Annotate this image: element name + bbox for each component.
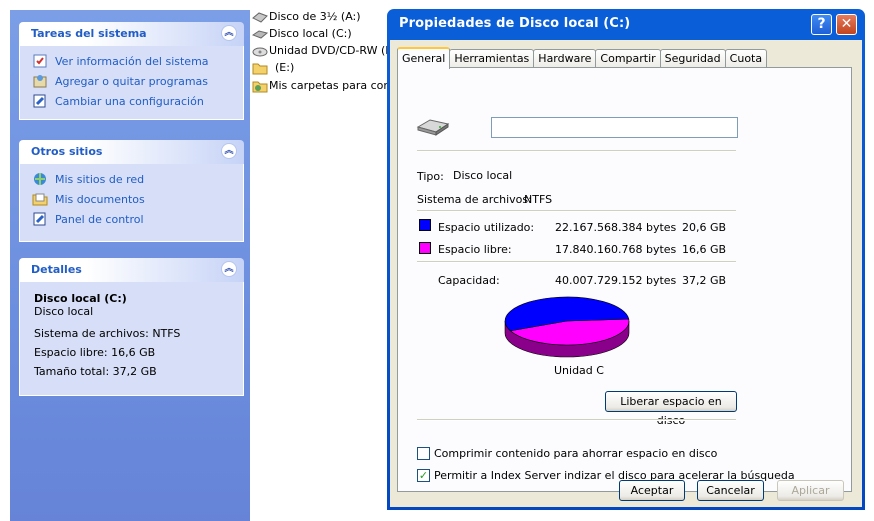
task-label: Agregar o quitar programas bbox=[55, 74, 209, 88]
used-space-bytes: 22.167.568.384 bytes bbox=[555, 221, 677, 234]
network-icon bbox=[34, 173, 46, 185]
disk-cleanup-button[interactable]: Liberar espacio en disco bbox=[605, 391, 737, 427]
place-network[interactable]: Mis sitios de red bbox=[20, 169, 243, 189]
system-tasks-panel: Tareas del sistema ︽ Ver información del… bbox=[19, 22, 244, 120]
general-tab-page: Tipo: Disco local Sistema de archivos: N… bbox=[397, 67, 852, 492]
details-filesystem: Sistema de archivos: NTFS bbox=[34, 327, 181, 340]
folder-icon bbox=[252, 63, 268, 74]
task-view-system-info[interactable]: Ver información del sistema bbox=[20, 51, 243, 71]
hard-drive-icon bbox=[252, 29, 268, 39]
control-panel-icon bbox=[33, 94, 46, 108]
place-documents[interactable]: Mis documentos bbox=[20, 189, 243, 209]
used-space-label: Espacio utilizado: bbox=[438, 221, 535, 234]
close-button[interactable]: ✕ bbox=[836, 14, 857, 35]
collapse-chevron-icon[interactable]: ︽ bbox=[221, 143, 237, 159]
separator bbox=[417, 210, 736, 212]
compress-checkbox[interactable] bbox=[417, 447, 430, 460]
disk-usage-pie-chart bbox=[504, 296, 630, 358]
capacity-gb: 37,2 GB bbox=[682, 274, 727, 287]
tab-general[interactable]: General bbox=[397, 47, 451, 69]
task-change-setting[interactable]: Cambiar una configuración bbox=[20, 91, 243, 111]
collapse-chevron-icon[interactable]: ︽ bbox=[221, 25, 237, 41]
dialog-client: General Herramientas Hardware Compartir … bbox=[390, 40, 862, 507]
free-space-bytes: 17.840.160.768 bytes bbox=[555, 243, 677, 256]
collapse-chevron-icon[interactable]: ︽ bbox=[221, 261, 237, 277]
separator bbox=[417, 261, 736, 263]
compress-label: Comprimir contenido para ahorrar espacio… bbox=[434, 447, 718, 460]
filesystem-value: NTFS bbox=[524, 193, 553, 206]
free-space-swatch bbox=[419, 242, 431, 254]
dialog-titlebar[interactable]: Propiedades de Disco local (C:) ? ✕ bbox=[390, 9, 862, 40]
task-pane: Tareas del sistema ︽ Ver información del… bbox=[10, 10, 250, 521]
file-item-floppy[interactable]: Disco de 3½ (A:) bbox=[252, 8, 361, 25]
file-item-dvd-drive[interactable]: Unidad DVD/CD-RW (D:) bbox=[252, 42, 402, 59]
tab-tools[interactable]: Herramientas bbox=[449, 49, 535, 68]
tab-strip: General Herramientas Hardware Compartir … bbox=[397, 47, 768, 69]
file-label: (E:) bbox=[275, 61, 295, 74]
used-space-gb: 20,6 GB bbox=[682, 221, 727, 234]
filesystem-label: Sistema de archivos: bbox=[417, 193, 532, 206]
apply-button[interactable]: Aplicar bbox=[777, 480, 844, 501]
other-places-panel: Otros sitios ︽ Mis sitios de red Mis doc… bbox=[19, 140, 244, 242]
volume-name-input[interactable] bbox=[491, 117, 738, 138]
type-value: Disco local bbox=[453, 169, 513, 182]
place-control-panel[interactable]: Panel de control bbox=[20, 209, 243, 229]
details-header[interactable]: Detalles ︽ bbox=[19, 258, 244, 282]
file-item-drive-e[interactable]: (E:) bbox=[252, 59, 294, 76]
task-label: Ver información del sistema bbox=[55, 54, 209, 68]
control-panel-icon bbox=[33, 212, 46, 226]
free-space-label: Espacio libre: bbox=[438, 243, 512, 256]
tab-hardware[interactable]: Hardware bbox=[533, 49, 597, 68]
tab-security[interactable]: Seguridad bbox=[659, 49, 726, 68]
system-tasks-title: Tareas del sistema bbox=[31, 27, 147, 40]
task-label: Cambiar una configuración bbox=[55, 94, 204, 108]
details-free-space: Espacio libre: 16,6 GB bbox=[34, 346, 156, 359]
cd-drive-icon bbox=[252, 47, 268, 56]
details-name: Disco local (C:) bbox=[34, 292, 127, 305]
file-item-local-disk-c[interactable]: Disco local (C:) bbox=[252, 25, 352, 42]
file-label: Disco local (C:) bbox=[269, 27, 352, 40]
cancel-button[interactable]: Cancelar bbox=[697, 480, 764, 501]
shared-folder-icon bbox=[252, 81, 268, 92]
details-title: Detalles bbox=[31, 263, 82, 276]
type-label: Tipo: bbox=[417, 170, 444, 183]
add-remove-programs-icon bbox=[33, 75, 47, 88]
hard-drive-icon bbox=[416, 119, 450, 136]
documents-folder-icon bbox=[32, 193, 48, 206]
task-add-remove-programs[interactable]: Agregar o quitar programas bbox=[20, 71, 243, 91]
file-label: Disco de 3½ (A:) bbox=[269, 10, 361, 23]
details-panel: Detalles ︽ Disco local (C:) Disco local … bbox=[19, 258, 244, 396]
index-checkbox[interactable]: ✓ bbox=[417, 469, 430, 482]
properties-dialog: Propiedades de Disco local (C:) ? ✕ Gene… bbox=[387, 9, 865, 510]
capacity-label: Capacidad: bbox=[438, 274, 500, 287]
system-tasks-header[interactable]: Tareas del sistema ︽ bbox=[19, 22, 244, 46]
place-label: Mis documentos bbox=[55, 192, 145, 206]
other-places-title: Otros sitios bbox=[31, 145, 103, 158]
other-places-header[interactable]: Otros sitios ︽ bbox=[19, 140, 244, 164]
tab-quota[interactable]: Cuota bbox=[724, 49, 768, 68]
ok-button[interactable]: Aceptar bbox=[619, 480, 685, 501]
dialog-title: Propiedades de Disco local (C:) bbox=[399, 16, 631, 31]
tab-sharing[interactable]: Compartir bbox=[595, 49, 661, 68]
separator bbox=[417, 419, 736, 421]
capacity-bytes: 40.007.729.152 bytes bbox=[555, 274, 677, 287]
floppy-drive-icon bbox=[252, 11, 268, 23]
help-button[interactable]: ? bbox=[811, 14, 832, 35]
details-type: Disco local bbox=[34, 305, 94, 318]
file-label: Unidad DVD/CD-RW (D:) bbox=[269, 44, 402, 57]
place-label: Mis sitios de red bbox=[55, 172, 145, 186]
drive-label: Unidad C bbox=[554, 364, 604, 377]
info-icon bbox=[33, 54, 47, 68]
place-label: Panel de control bbox=[55, 212, 144, 226]
used-space-swatch bbox=[419, 219, 431, 231]
separator bbox=[417, 150, 736, 152]
free-space-gb: 16,6 GB bbox=[682, 243, 727, 256]
details-total-size: Tamaño total: 37,2 GB bbox=[34, 365, 157, 378]
